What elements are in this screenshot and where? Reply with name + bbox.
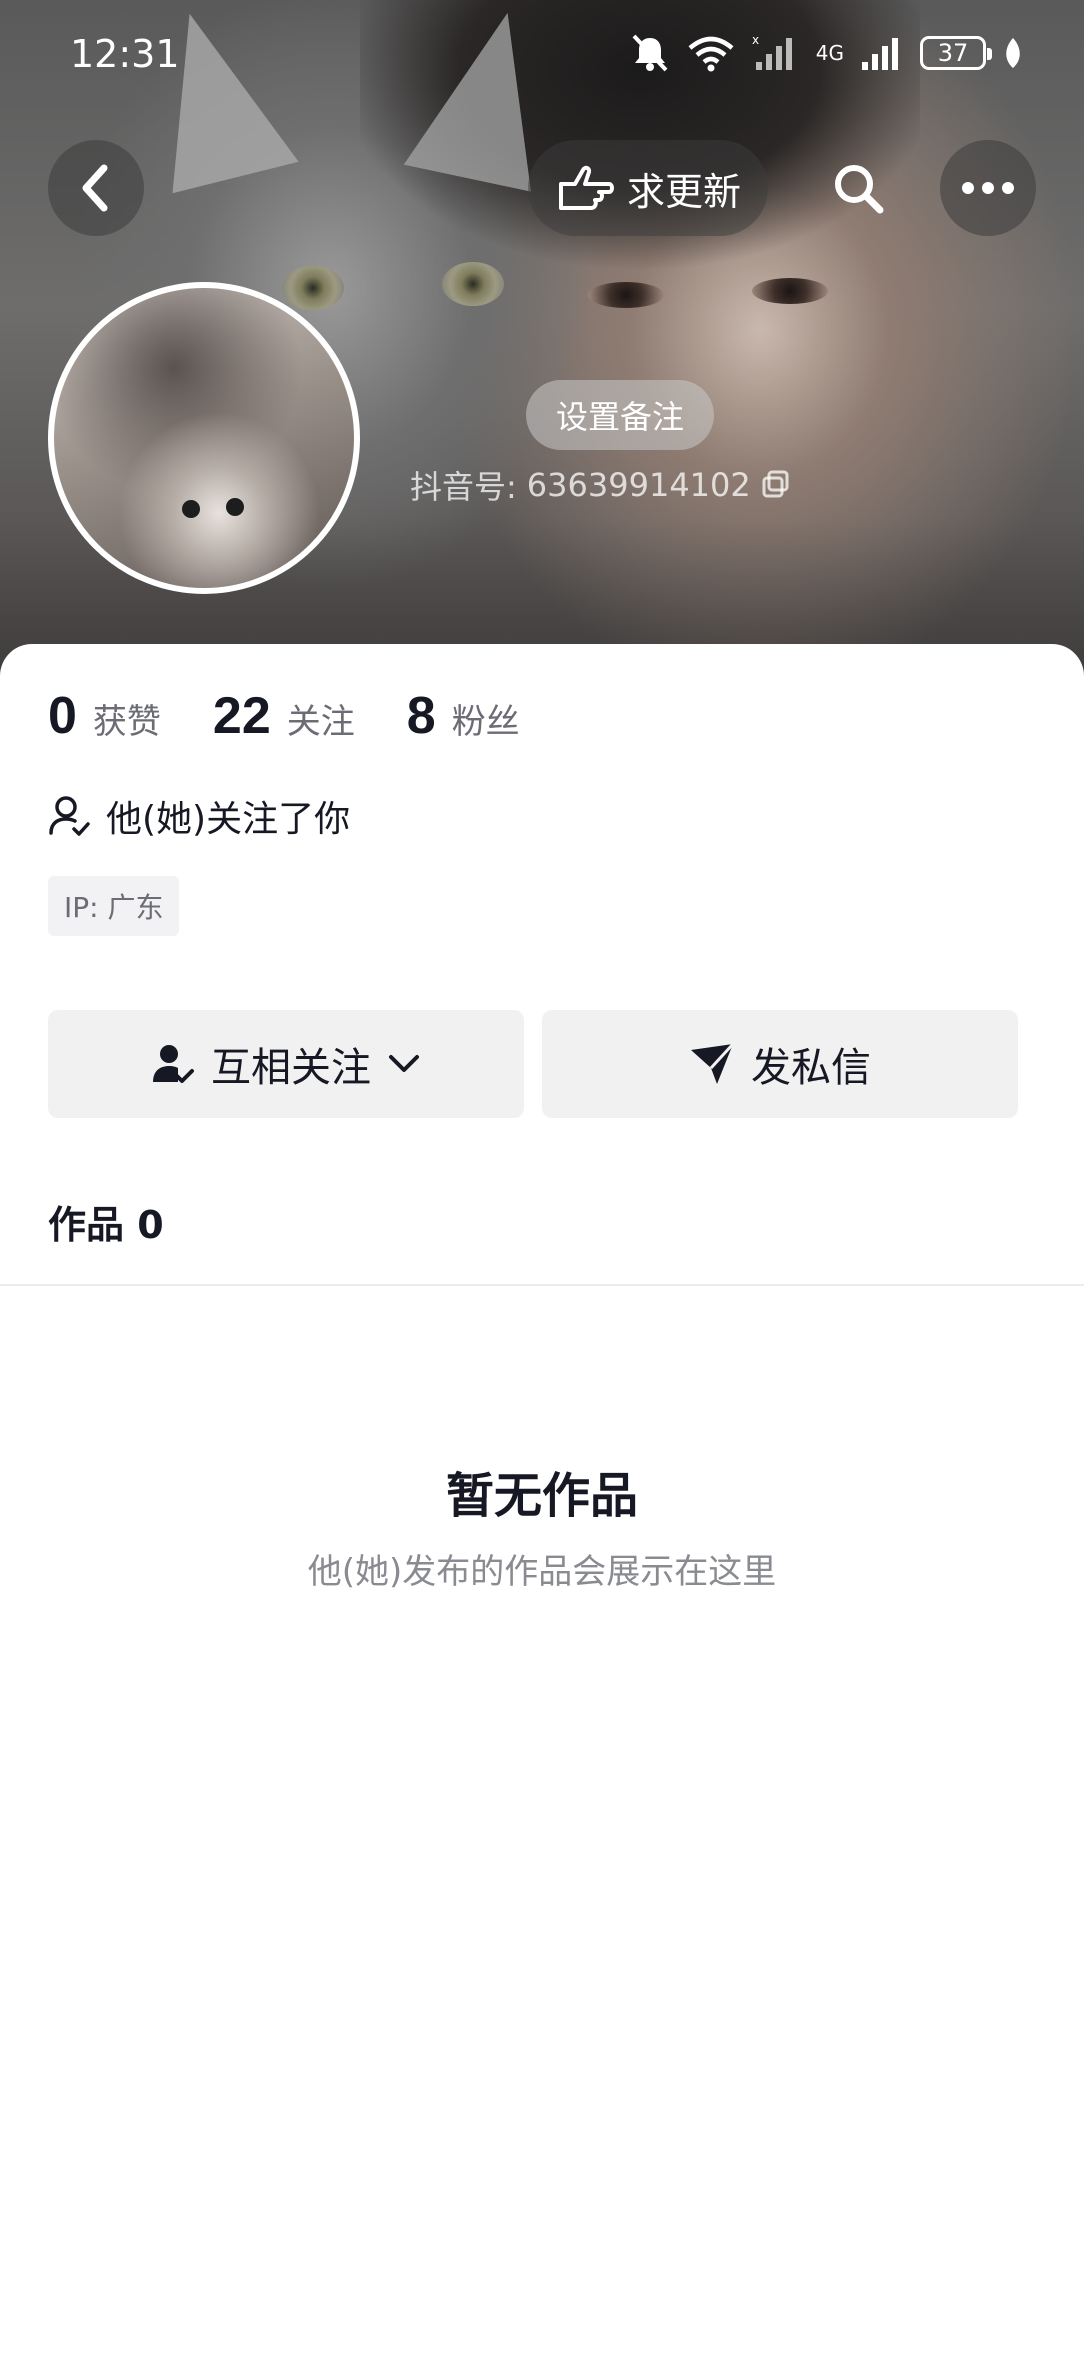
status-time: 12:31 xyxy=(70,32,180,76)
ip-location-tag: IP: 广东 xyxy=(48,876,180,936)
send-paper-plane-icon xyxy=(691,1042,735,1084)
status-bar: 12:31 x 4G 37 xyxy=(0,0,1084,110)
mutual-follow-label: 互相关注 xyxy=(211,1045,371,1091)
empty-works-title: 暂无作品 xyxy=(445,1468,638,1524)
cover-cat-eye-right xyxy=(442,262,504,306)
svg-text:x: x xyxy=(752,34,759,47)
network-type-label: 4G xyxy=(815,41,844,65)
tab-divider xyxy=(0,1284,1084,1286)
cover-face-eye-left xyxy=(588,282,664,308)
set-remark-label: 设置备注 xyxy=(555,398,684,436)
profile-stats: 0 获赞 22 关注 8 粉丝 xyxy=(48,686,520,746)
chevron-left-icon xyxy=(82,164,108,212)
signal-strong-icon xyxy=(862,38,898,70)
empty-works-subtitle: 他(她)发布的作品会展示在这里 xyxy=(307,1552,777,1592)
search-icon xyxy=(835,165,884,214)
avatar-kitten-eye-left xyxy=(182,500,200,518)
douyin-id-value: 63639914102 xyxy=(526,466,751,504)
user-check-filled-icon xyxy=(153,1045,194,1083)
set-remark-button[interactable]: 设置备注 xyxy=(526,380,714,450)
mutual-follow-button[interactable]: 互相关注 xyxy=(48,1010,524,1118)
follows-you-text: 他(她)关注了你 xyxy=(106,799,351,840)
more-options-button[interactable] xyxy=(940,140,1036,236)
stat-following-label: 关注 xyxy=(286,702,355,742)
cover-face-eye-right xyxy=(752,278,828,304)
status-icons: x 4G 37 xyxy=(630,34,1024,72)
wifi-icon xyxy=(688,36,734,72)
request-update-label: 求更新 xyxy=(626,169,741,214)
avatar[interactable] xyxy=(48,282,360,594)
douyin-id-label: 抖音号: xyxy=(410,468,517,506)
douyin-id-row[interactable]: 抖音号: 63639914102 xyxy=(410,462,791,508)
stat-followers-value: 8 xyxy=(406,687,436,745)
battery-level: 37 xyxy=(937,39,969,67)
stat-likes-value: 0 xyxy=(48,687,77,745)
search-button[interactable] xyxy=(810,140,906,236)
ip-location-text: IP: 广东 xyxy=(64,891,164,924)
mute-bell-icon xyxy=(632,34,668,72)
cover-cat-eye-left xyxy=(282,266,344,310)
leaf-icon xyxy=(1006,38,1020,68)
request-update-button[interactable]: 求更新 xyxy=(528,140,768,236)
send-message-button[interactable]: 发私信 xyxy=(542,1010,1018,1118)
stat-followers[interactable]: 8 粉丝 xyxy=(407,686,520,746)
stat-following-value: 22 xyxy=(212,687,271,745)
follows-you-note: 他(她)关注了你 xyxy=(48,790,350,842)
user-check-icon xyxy=(49,796,90,836)
chevron-down-icon xyxy=(389,1055,419,1072)
back-button[interactable] xyxy=(48,140,144,236)
signal-weak-icon: x xyxy=(752,34,792,70)
tab-works[interactable]: 作品 0 xyxy=(48,1194,164,1249)
stat-followers-label: 粉丝 xyxy=(451,702,520,742)
stat-likes-label: 获赞 xyxy=(92,702,161,742)
battery-indicator: 37 xyxy=(920,36,992,70)
profile-content-sheet: 0 获赞 22 关注 8 粉丝 他(她)关注了你 IP: 广东 互相关注 发私信… xyxy=(0,644,1084,2372)
copy-icon[interactable] xyxy=(761,470,791,500)
stat-likes[interactable]: 0 获赞 xyxy=(48,686,161,746)
stat-following[interactable]: 22 关注 xyxy=(213,686,355,746)
tab-works-label: 作品 0 xyxy=(48,1203,164,1247)
avatar-kitten-eye-right xyxy=(226,498,244,516)
send-message-label: 发私信 xyxy=(751,1045,871,1091)
pointing-hand-icon xyxy=(558,165,614,210)
more-dots-icon xyxy=(962,182,1014,194)
